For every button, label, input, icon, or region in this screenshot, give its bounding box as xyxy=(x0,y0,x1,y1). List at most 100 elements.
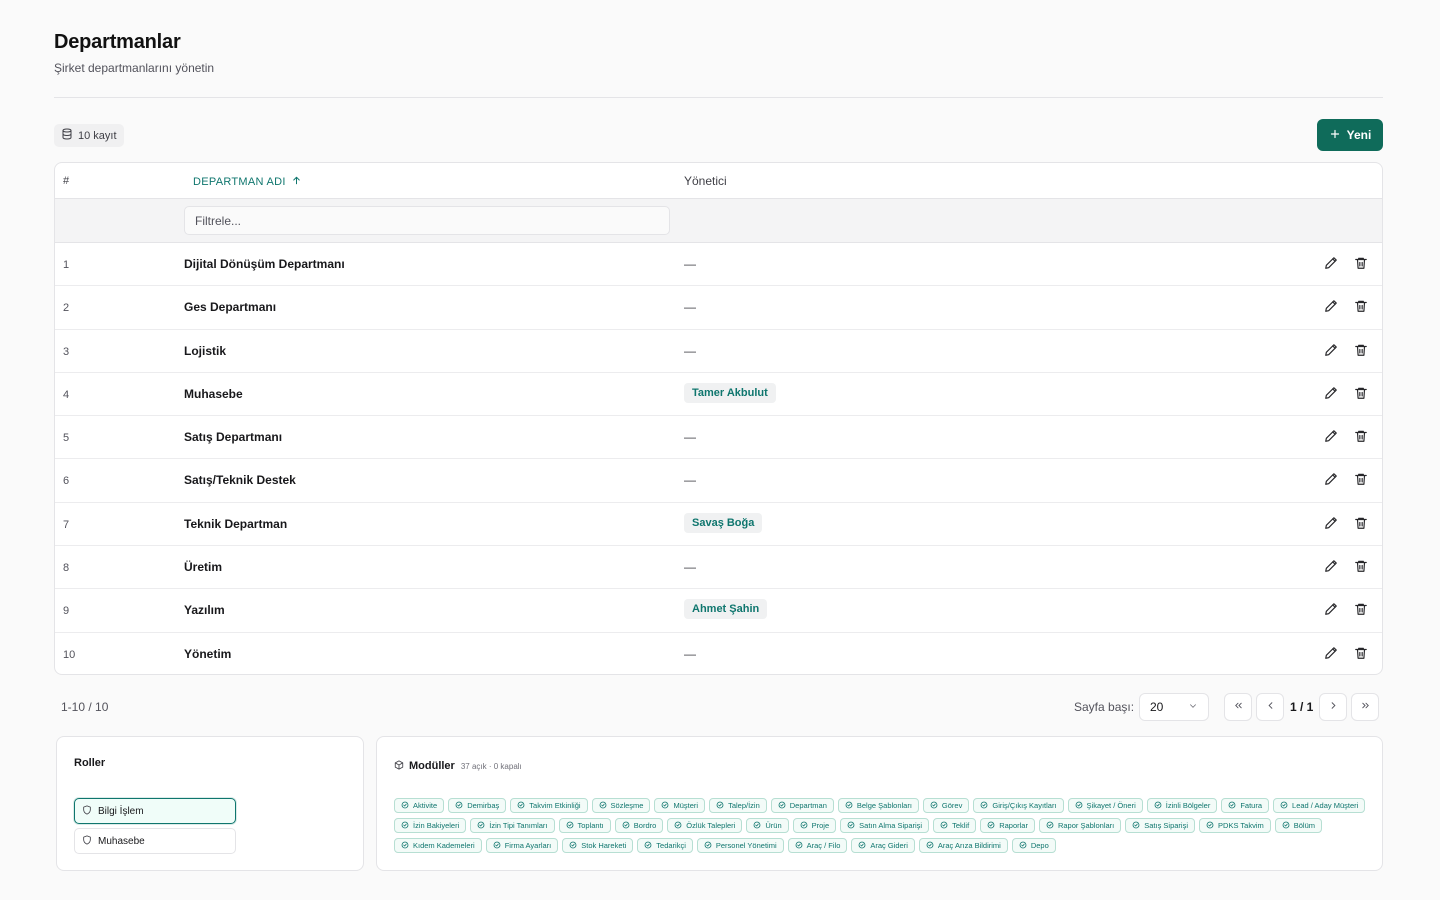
module-chip[interactable]: Ürün xyxy=(746,818,789,833)
pencil-icon[interactable] xyxy=(1324,256,1338,270)
table-row[interactable]: 3 Lojistik — xyxy=(55,330,1382,373)
module-chip[interactable]: Lead / Aday Müşteri xyxy=(1273,798,1366,813)
trash-icon[interactable] xyxy=(1354,516,1368,530)
module-chip[interactable]: Fatura xyxy=(1221,798,1270,813)
trash-icon[interactable] xyxy=(1354,343,1368,357)
row-number: 1 xyxy=(63,259,70,271)
table-row[interactable]: 7 Teknik Departman Savaş Boğa xyxy=(55,503,1382,547)
table-row[interactable]: 2 Ges Departmanı — xyxy=(55,286,1382,330)
module-chip[interactable]: İzin Tipi Tanımları xyxy=(470,818,555,833)
trash-icon[interactable] xyxy=(1354,646,1368,660)
module-chip[interactable]: Raporlar xyxy=(980,818,1035,833)
check-circle-icon xyxy=(800,821,808,831)
module-chip[interactable]: Firma Ayarları xyxy=(485,838,559,853)
module-chip[interactable]: Özlük Talepleri xyxy=(667,818,743,833)
module-chip[interactable]: Depo xyxy=(1011,838,1056,853)
module-chip[interactable]: Belge Şablonları xyxy=(837,798,919,813)
column-header-name[interactable]: DEPARTMAN ADI xyxy=(193,175,302,189)
page-title: Departmanlar xyxy=(54,31,181,53)
module-chip[interactable]: Bölüm xyxy=(1274,818,1323,833)
module-chip[interactable]: Satın Alma Siparişi xyxy=(840,818,930,833)
first-page-button[interactable] xyxy=(1224,693,1252,721)
trash-icon[interactable] xyxy=(1354,602,1368,616)
module-chip[interactable]: Stok Hareketi xyxy=(562,838,634,853)
new-button[interactable]: Yeni xyxy=(1317,119,1383,151)
last-page-button[interactable] xyxy=(1351,693,1380,721)
module-chip-label: Giriş/Çıkış Kayıtları xyxy=(992,801,1057,810)
module-chip-label: Belge Şablonları xyxy=(856,801,912,810)
row-number: 3 xyxy=(63,345,70,358)
check-circle-icon xyxy=(778,801,786,811)
module-chip[interactable]: Kıdem Kademeleri xyxy=(394,838,482,853)
module-chip[interactable]: Demirbaş xyxy=(448,798,507,813)
per-page-label: Sayfa başı: xyxy=(1074,700,1135,714)
row-actions xyxy=(1324,559,1368,573)
module-chip-label: Araç Gideri xyxy=(870,841,908,850)
pencil-icon[interactable] xyxy=(1324,429,1338,443)
module-chip[interactable]: Teklif xyxy=(933,818,977,833)
module-chip[interactable]: Sözleşme xyxy=(591,798,651,813)
module-chip-label: Departman xyxy=(789,801,827,810)
module-chip[interactable]: Takvim Etkinliği xyxy=(510,798,588,813)
module-chip[interactable]: Araç Gideri xyxy=(851,838,915,853)
module-chip[interactable]: Giriş/Çıkış Kayıtları xyxy=(973,798,1064,813)
trash-icon[interactable] xyxy=(1354,299,1368,313)
module-chip-label: Personel Yönetimi xyxy=(715,841,777,850)
table-row[interactable]: 8 Üretim — xyxy=(55,546,1382,590)
trash-icon[interactable] xyxy=(1354,256,1368,270)
module-chip-label: PDKS Takvim xyxy=(1218,821,1264,830)
module-chip[interactable]: Satış Siparişi xyxy=(1125,818,1196,833)
module-chip[interactable]: Görev xyxy=(922,798,970,813)
module-chip[interactable]: Aktivite xyxy=(394,798,445,813)
module-chip[interactable]: İzin Bakiyeleri xyxy=(394,818,467,833)
trash-icon[interactable] xyxy=(1354,559,1368,573)
row-number: 6 xyxy=(63,475,70,488)
module-chip[interactable]: Şikayet / Öneri xyxy=(1067,798,1143,813)
module-chip[interactable]: Talep/İzin xyxy=(709,798,767,813)
module-chip[interactable]: Araç / Filo xyxy=(787,838,848,853)
module-chip[interactable]: Personel Yönetimi xyxy=(696,838,784,853)
department-name: Ges Departmanı xyxy=(184,300,277,315)
pencil-icon[interactable] xyxy=(1324,386,1338,400)
trash-icon[interactable] xyxy=(1354,386,1368,400)
prev-page-button[interactable] xyxy=(1256,693,1284,721)
modules-header: Modüller 37 açık · 0 kapalı xyxy=(394,757,522,775)
table-row[interactable]: 1 Dijital Dönüşüm Departmanı — xyxy=(55,243,1382,287)
pencil-icon[interactable] xyxy=(1324,602,1338,616)
table-row[interactable]: 10 Yönetim — xyxy=(55,633,1382,674)
pencil-icon[interactable] xyxy=(1324,299,1338,313)
module-chip[interactable]: Proje xyxy=(792,818,837,833)
next-page-button[interactable] xyxy=(1319,693,1348,721)
table-row[interactable]: 9 Yazılım Ahmet Şahin xyxy=(55,589,1382,633)
per-page-select[interactable]: 20 xyxy=(1139,693,1209,721)
role-item[interactable]: Bilgi İşlem xyxy=(74,798,236,824)
table-row[interactable]: 5 Satış Departmanı — xyxy=(55,416,1382,460)
pagination-range: 1-10 / 10 xyxy=(61,700,109,714)
module-chip[interactable]: Departman xyxy=(770,798,834,813)
module-chip[interactable]: Bordro xyxy=(614,818,664,833)
table-row[interactable]: 4 Muhasebe Tamer Akbulut xyxy=(55,373,1382,417)
name-filter-input[interactable] xyxy=(184,206,670,235)
row-actions xyxy=(1324,472,1368,486)
module-chip[interactable]: Müşteri xyxy=(654,798,706,813)
pencil-icon[interactable] xyxy=(1324,472,1338,486)
module-chip-label: Tedarikçi xyxy=(656,841,686,850)
table-row[interactable]: 6 Satış/Teknik Destek — xyxy=(55,459,1382,503)
module-chip[interactable]: İzinli Bölgeler xyxy=(1146,798,1218,813)
pencil-icon[interactable] xyxy=(1324,516,1338,530)
module-chip[interactable]: Araç Arıza Bildirimi xyxy=(918,838,1008,853)
module-chip[interactable]: PDKS Takvim xyxy=(1199,818,1271,833)
module-chip[interactable]: Toplantı xyxy=(558,818,611,833)
pencil-icon[interactable] xyxy=(1324,559,1338,573)
trash-icon[interactable] xyxy=(1354,472,1368,486)
header-divider xyxy=(54,97,1383,98)
pencil-icon[interactable] xyxy=(1324,646,1338,660)
manager-empty: — xyxy=(684,300,696,315)
module-chip[interactable]: Rapor Şablonları xyxy=(1038,818,1122,833)
row-actions xyxy=(1324,299,1368,313)
role-item[interactable]: Muhasebe xyxy=(74,828,236,854)
module-chip[interactable]: Tedarikçi xyxy=(637,838,693,853)
pencil-icon[interactable] xyxy=(1324,343,1338,357)
chevron-down-icon xyxy=(1188,700,1198,714)
trash-icon[interactable] xyxy=(1354,429,1368,443)
